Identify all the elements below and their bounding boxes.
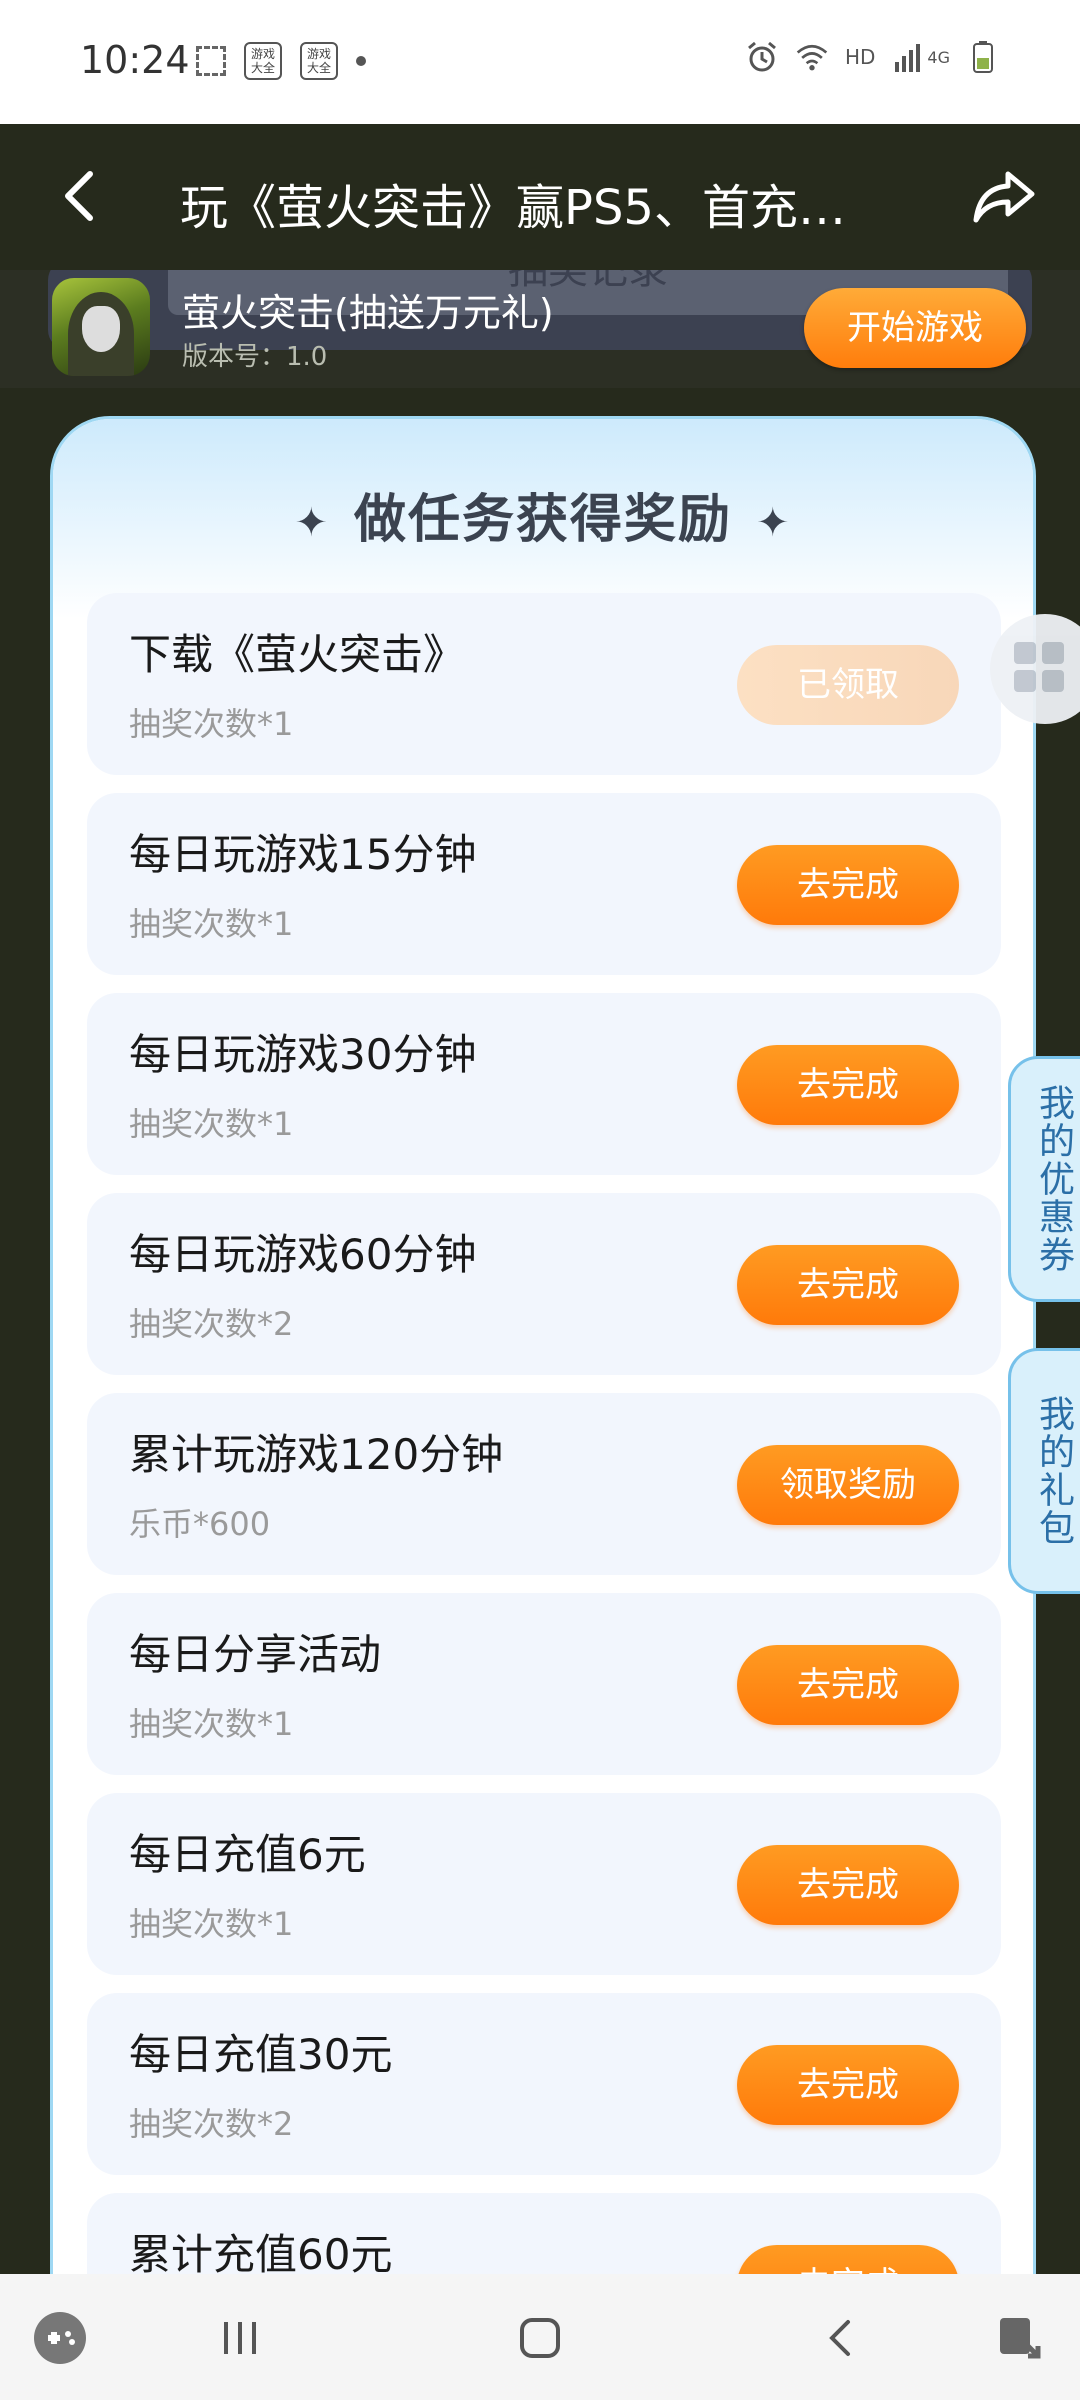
- home-icon: [520, 2318, 560, 2358]
- task-claim-reward-button[interactable]: 领取奖励: [737, 1445, 959, 1525]
- gamepad-icon: [34, 2312, 86, 2364]
- tasks-title-text: 做任务获得奖励: [353, 490, 732, 550]
- task-reward: 抽奖次数*2: [129, 1305, 294, 1343]
- battery-icon: [966, 40, 1000, 74]
- signal-icon: [891, 40, 925, 74]
- task-go-complete-button[interactable]: 去完成: [737, 2045, 959, 2125]
- task-go-complete-button[interactable]: 去完成: [737, 1245, 959, 1325]
- task-reward: 抽奖次数*1: [129, 1705, 294, 1743]
- task-title: 每日玩游戏60分钟: [129, 1230, 477, 1279]
- grid-icon: [1042, 642, 1064, 664]
- task-title: 每日充值6元: [129, 1830, 366, 1879]
- start-game-button[interactable]: 开始游戏: [804, 288, 1026, 368]
- task-item: 下载《萤火突击》 抽奖次数*1 已领取: [87, 593, 1001, 775]
- task-title: 每日玩游戏15分钟: [129, 830, 477, 879]
- task-item: 每日分享活动 抽奖次数*1 去完成: [87, 1593, 1001, 1775]
- task-reward: 抽奖次数*1: [129, 705, 294, 743]
- signal-type-label: 4G: [927, 47, 950, 67]
- task-reward: 抽奖次数*2: [129, 2105, 294, 2143]
- page-title: 玩《萤火突击》赢PS5、首充…: [180, 180, 846, 236]
- task-item: 每日玩游戏30分钟 抽奖次数*1 去完成: [87, 993, 1001, 1175]
- task-item: 累计玩游戏120分钟 乐币*600 领取奖励: [87, 1393, 1001, 1575]
- game-name: 萤火突击(抽送万元礼): [182, 291, 554, 335]
- status-time: 10:24: [80, 38, 190, 82]
- app-notification-icon: 游戏大全: [244, 42, 282, 80]
- back-button[interactable]: [46, 160, 116, 230]
- task-go-complete-button[interactable]: 去完成: [737, 1045, 959, 1125]
- share-icon: [973, 171, 1035, 223]
- task-title: 累计玩游戏120分钟: [129, 1430, 504, 1479]
- task-claimed-button[interactable]: 已领取: [737, 645, 959, 725]
- tasks-card: ✦ 做任务获得奖励 ✦ 下载《萤火突击》 抽奖次数*1 已领取 每日玩游戏15分钟 …: [50, 416, 1036, 2400]
- screenshot-icon: [196, 46, 226, 76]
- task-title: 每日玩游戏30分钟: [129, 1030, 477, 1079]
- game-assistant-button[interactable]: [24, 2302, 96, 2374]
- task-title: 每日分享活动: [129, 1630, 382, 1679]
- my-gifts-tab[interactable]: 我的礼包: [1008, 1348, 1080, 1594]
- task-reward: 抽奖次数*1: [129, 905, 294, 943]
- system-back-button[interactable]: [806, 2302, 878, 2374]
- touch-capture-icon: [1000, 2318, 1041, 2359]
- task-item: 每日充值6元 抽奖次数*1 去完成: [87, 1793, 1001, 1975]
- task-list: 下载《萤火突击》 抽奖次数*1 已领取 每日玩游戏15分钟 抽奖次数*1 去完成…: [87, 593, 1001, 2393]
- task-reward: 乐币*600: [129, 1505, 271, 1543]
- recent-apps-icon: [224, 2322, 256, 2354]
- task-title: 下载《萤火突击》: [129, 630, 466, 679]
- sparkle-icon: ✦: [756, 500, 792, 546]
- app-notification-icon: 游戏大全: [300, 42, 338, 80]
- network-hd-label: HD: [844, 45, 876, 69]
- task-item: 每日玩游戏60分钟 抽奖次数*2 去完成: [87, 1193, 1001, 1375]
- game-icon-face: [82, 306, 120, 352]
- screen-capture-button[interactable]: [984, 2302, 1056, 2374]
- system-nav-bar: [0, 2274, 1080, 2400]
- sparkle-icon: ✦: [294, 500, 330, 546]
- chevron-left-icon: [829, 2320, 850, 2356]
- task-go-complete-button[interactable]: 去完成: [737, 1645, 959, 1725]
- more-notifications-dot: [356, 56, 366, 66]
- game-icon: [52, 278, 150, 376]
- game-version: 版本号：1.0: [182, 342, 328, 372]
- status-bar: 10:24 游戏大全 游戏大全 HD 4G: [0, 0, 1080, 124]
- tasks-section-title: ✦ 做任务获得奖励 ✦: [53, 477, 1033, 552]
- chevron-left-icon: [65, 171, 93, 221]
- task-reward: 抽奖次数*1: [129, 1905, 294, 1943]
- grid-icon: [1014, 670, 1036, 692]
- home-button[interactable]: [504, 2302, 576, 2374]
- grid-icon: [1014, 642, 1036, 664]
- task-go-complete-button[interactable]: 去完成: [737, 1845, 959, 1925]
- task-title: 每日充值30元: [129, 2030, 393, 2079]
- page-header: 玩《萤火突击》赢PS5、首充…: [0, 124, 1080, 270]
- task-item: 每日玩游戏15分钟 抽奖次数*1 去完成: [87, 793, 1001, 975]
- task-reward: 抽奖次数*1: [129, 1105, 294, 1143]
- grid-icon: [1042, 670, 1064, 692]
- task-go-complete-button[interactable]: 去完成: [737, 845, 959, 925]
- my-coupons-tab[interactable]: 我的优惠券: [1008, 1056, 1080, 1302]
- recent-apps-button[interactable]: [204, 2302, 276, 2374]
- share-button[interactable]: [968, 160, 1040, 232]
- task-item: 每日充值30元 抽奖次数*2 去完成: [87, 1993, 1001, 2175]
- status-system-icons: HD 4G: [745, 40, 1000, 74]
- game-info-bar: 抽奖记录 萤火突击(抽送万元礼) 版本号：1.0 开始游戏: [0, 270, 1080, 388]
- alarm-icon: [745, 40, 779, 74]
- wifi-icon: [795, 40, 829, 74]
- task-title: 累计充值60元: [129, 2230, 393, 2279]
- status-notification-icons: 游戏大全 游戏大全: [196, 42, 366, 80]
